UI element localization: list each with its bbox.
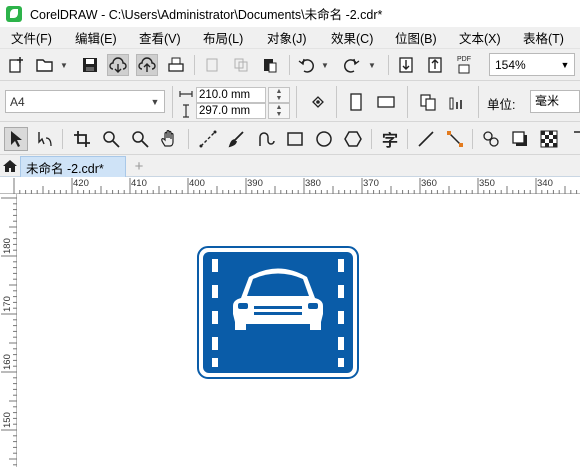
blend-tool-icon[interactable] <box>479 127 503 151</box>
ruler-label: 180 <box>2 238 13 254</box>
menu-file[interactable]: 文件(F) <box>0 28 64 47</box>
document-tab-label: 未命名 -2.cdr* <box>26 161 104 176</box>
coreldraw-logo-icon <box>6 5 22 22</box>
page-width-stepper[interactable]: ▲ ▼ <box>268 87 290 103</box>
zoom-out-tool-icon[interactable] <box>128 127 152 151</box>
print-icon[interactable] <box>165 54 187 76</box>
road-lane-sign-graphic[interactable] <box>197 246 359 379</box>
export-icon[interactable] <box>424 54 446 76</box>
freehand-tool-icon[interactable] <box>196 127 220 151</box>
transparency-tool-icon[interactable] <box>537 127 561 151</box>
ruler-label: 410 <box>131 178 147 189</box>
ruler-label: 150 <box>2 412 13 428</box>
menu-bitmaps[interactable]: 位图(B) <box>384 28 448 47</box>
undo-dropdown-chevron-icon[interactable]: ▼ <box>321 61 329 70</box>
menu-view[interactable]: 查看(V) <box>128 28 192 47</box>
zoom-level-value: 154% <box>495 57 526 72</box>
window-title: CorelDRAW - C:\Users\Administrator\Docum… <box>30 8 383 22</box>
rectangle-tool-icon[interactable] <box>283 127 307 151</box>
ruler-label: 170 <box>2 296 13 312</box>
ruler-label: 420 <box>73 178 89 189</box>
cloud-download-icon[interactable] <box>107 54 129 76</box>
connector-tool-icon[interactable] <box>443 127 467 151</box>
home-icon[interactable] <box>0 155 20 177</box>
save-icon[interactable] <box>79 54 101 76</box>
menu-layout[interactable]: 布局(L) <box>192 28 256 47</box>
cut-icon[interactable] <box>201 54 223 76</box>
all-pages-size-icon[interactable] <box>416 90 440 114</box>
eyedropper-tool-icon[interactable] <box>566 127 580 151</box>
cloud-upload-icon[interactable] <box>136 54 158 76</box>
open-folder-icon[interactable] <box>34 54 56 76</box>
width-icon <box>179 87 193 101</box>
drop-shadow-tool-icon[interactable] <box>508 127 532 151</box>
vertical-ruler[interactable]: 180 170 160 150 <box>0 194 17 467</box>
units-select[interactable]: 毫米 <box>530 90 580 113</box>
menu-edit[interactable]: 编辑(E) <box>64 28 128 47</box>
polygon-tool-icon[interactable] <box>341 127 365 151</box>
redo-icon[interactable] <box>340 54 362 76</box>
ruler-label: 370 <box>363 178 379 189</box>
page-size-value: A4 <box>10 94 25 109</box>
ruler-label: 380 <box>305 178 321 189</box>
menu-text[interactable]: 文本(X) <box>448 28 512 47</box>
new-document-icon[interactable] <box>5 54 27 76</box>
pdf-label: PDF <box>457 56 471 63</box>
zoom-dropdown-chevron-icon[interactable]: ▼ <box>556 54 574 75</box>
shape-tool-icon[interactable] <box>33 127 57 151</box>
current-page-size-icon[interactable] <box>445 90 469 114</box>
ellipse-tool-icon[interactable] <box>312 127 336 151</box>
text-tool-icon[interactable]: 字 <box>378 127 402 151</box>
zoom-level-combo[interactable]: 154% ▼ <box>489 53 575 76</box>
units-label: 单位: <box>487 98 516 112</box>
page-size-combo[interactable]: A4 ▼ <box>5 90 165 113</box>
zoom-tool-icon[interactable] <box>99 127 123 151</box>
ruler-label: 360 <box>421 178 437 189</box>
ruler-label: 350 <box>479 178 495 189</box>
landscape-orientation-icon[interactable] <box>374 90 398 114</box>
document-tab-bar: 未命名 -2.cdr* + <box>0 155 580 177</box>
document-tab[interactable]: 未命名 -2.cdr* <box>20 156 126 177</box>
ruler-label: 160 <box>2 354 13 370</box>
ruler-label: 390 <box>247 178 263 189</box>
ruler-label: 400 <box>189 178 205 189</box>
page-width-input[interactable]: 210.0 mm <box>196 87 266 103</box>
title-bar: CorelDRAW - C:\Users\Administrator\Docum… <box>0 0 580 27</box>
artistic-media-tool-icon[interactable] <box>225 127 249 151</box>
pen-tool-icon[interactable] <box>254 127 278 151</box>
publish-pdf-icon[interactable]: PDF <box>453 54 475 76</box>
height-icon <box>179 104 193 118</box>
all-pages-icon[interactable] <box>306 90 330 114</box>
drawing-canvas[interactable] <box>17 194 580 467</box>
ruler-label: 340 <box>537 178 553 189</box>
pick-tool-icon[interactable] <box>4 127 28 151</box>
page-size-dropdown-chevron-icon[interactable]: ▼ <box>146 91 164 112</box>
new-tab-plus-icon[interactable]: + <box>130 156 148 176</box>
import-icon[interactable] <box>395 54 417 76</box>
horizontal-ruler[interactable]: 420 410 400 390 380 370 360 350 340 <box>0 177 580 194</box>
menu-object[interactable]: 对象(J) <box>256 28 320 47</box>
open-dropdown-chevron-icon[interactable]: ▼ <box>60 61 68 70</box>
menu-effects[interactable]: 效果(C) <box>320 28 384 47</box>
copy-icon[interactable] <box>230 54 252 76</box>
crop-tool-icon[interactable] <box>70 127 94 151</box>
undo-icon[interactable] <box>296 54 318 76</box>
portrait-orientation-icon[interactable] <box>344 90 368 114</box>
pan-tool-icon[interactable] <box>157 127 181 151</box>
toolbox: 字 <box>0 123 580 155</box>
dimension-tool-icon[interactable] <box>414 127 438 151</box>
page-height-stepper[interactable]: ▲ ▼ <box>268 103 290 119</box>
menu-bar: 文件(F) 编辑(E) 查看(V) 布局(L) 对象(J) 效果(C) 位图(B… <box>0 27 580 49</box>
page-height-input[interactable]: 297.0 mm <box>196 103 266 119</box>
paste-icon[interactable] <box>259 54 281 76</box>
menu-table[interactable]: 表格(T) <box>512 28 576 47</box>
redo-dropdown-chevron-icon[interactable]: ▼ <box>368 61 376 70</box>
